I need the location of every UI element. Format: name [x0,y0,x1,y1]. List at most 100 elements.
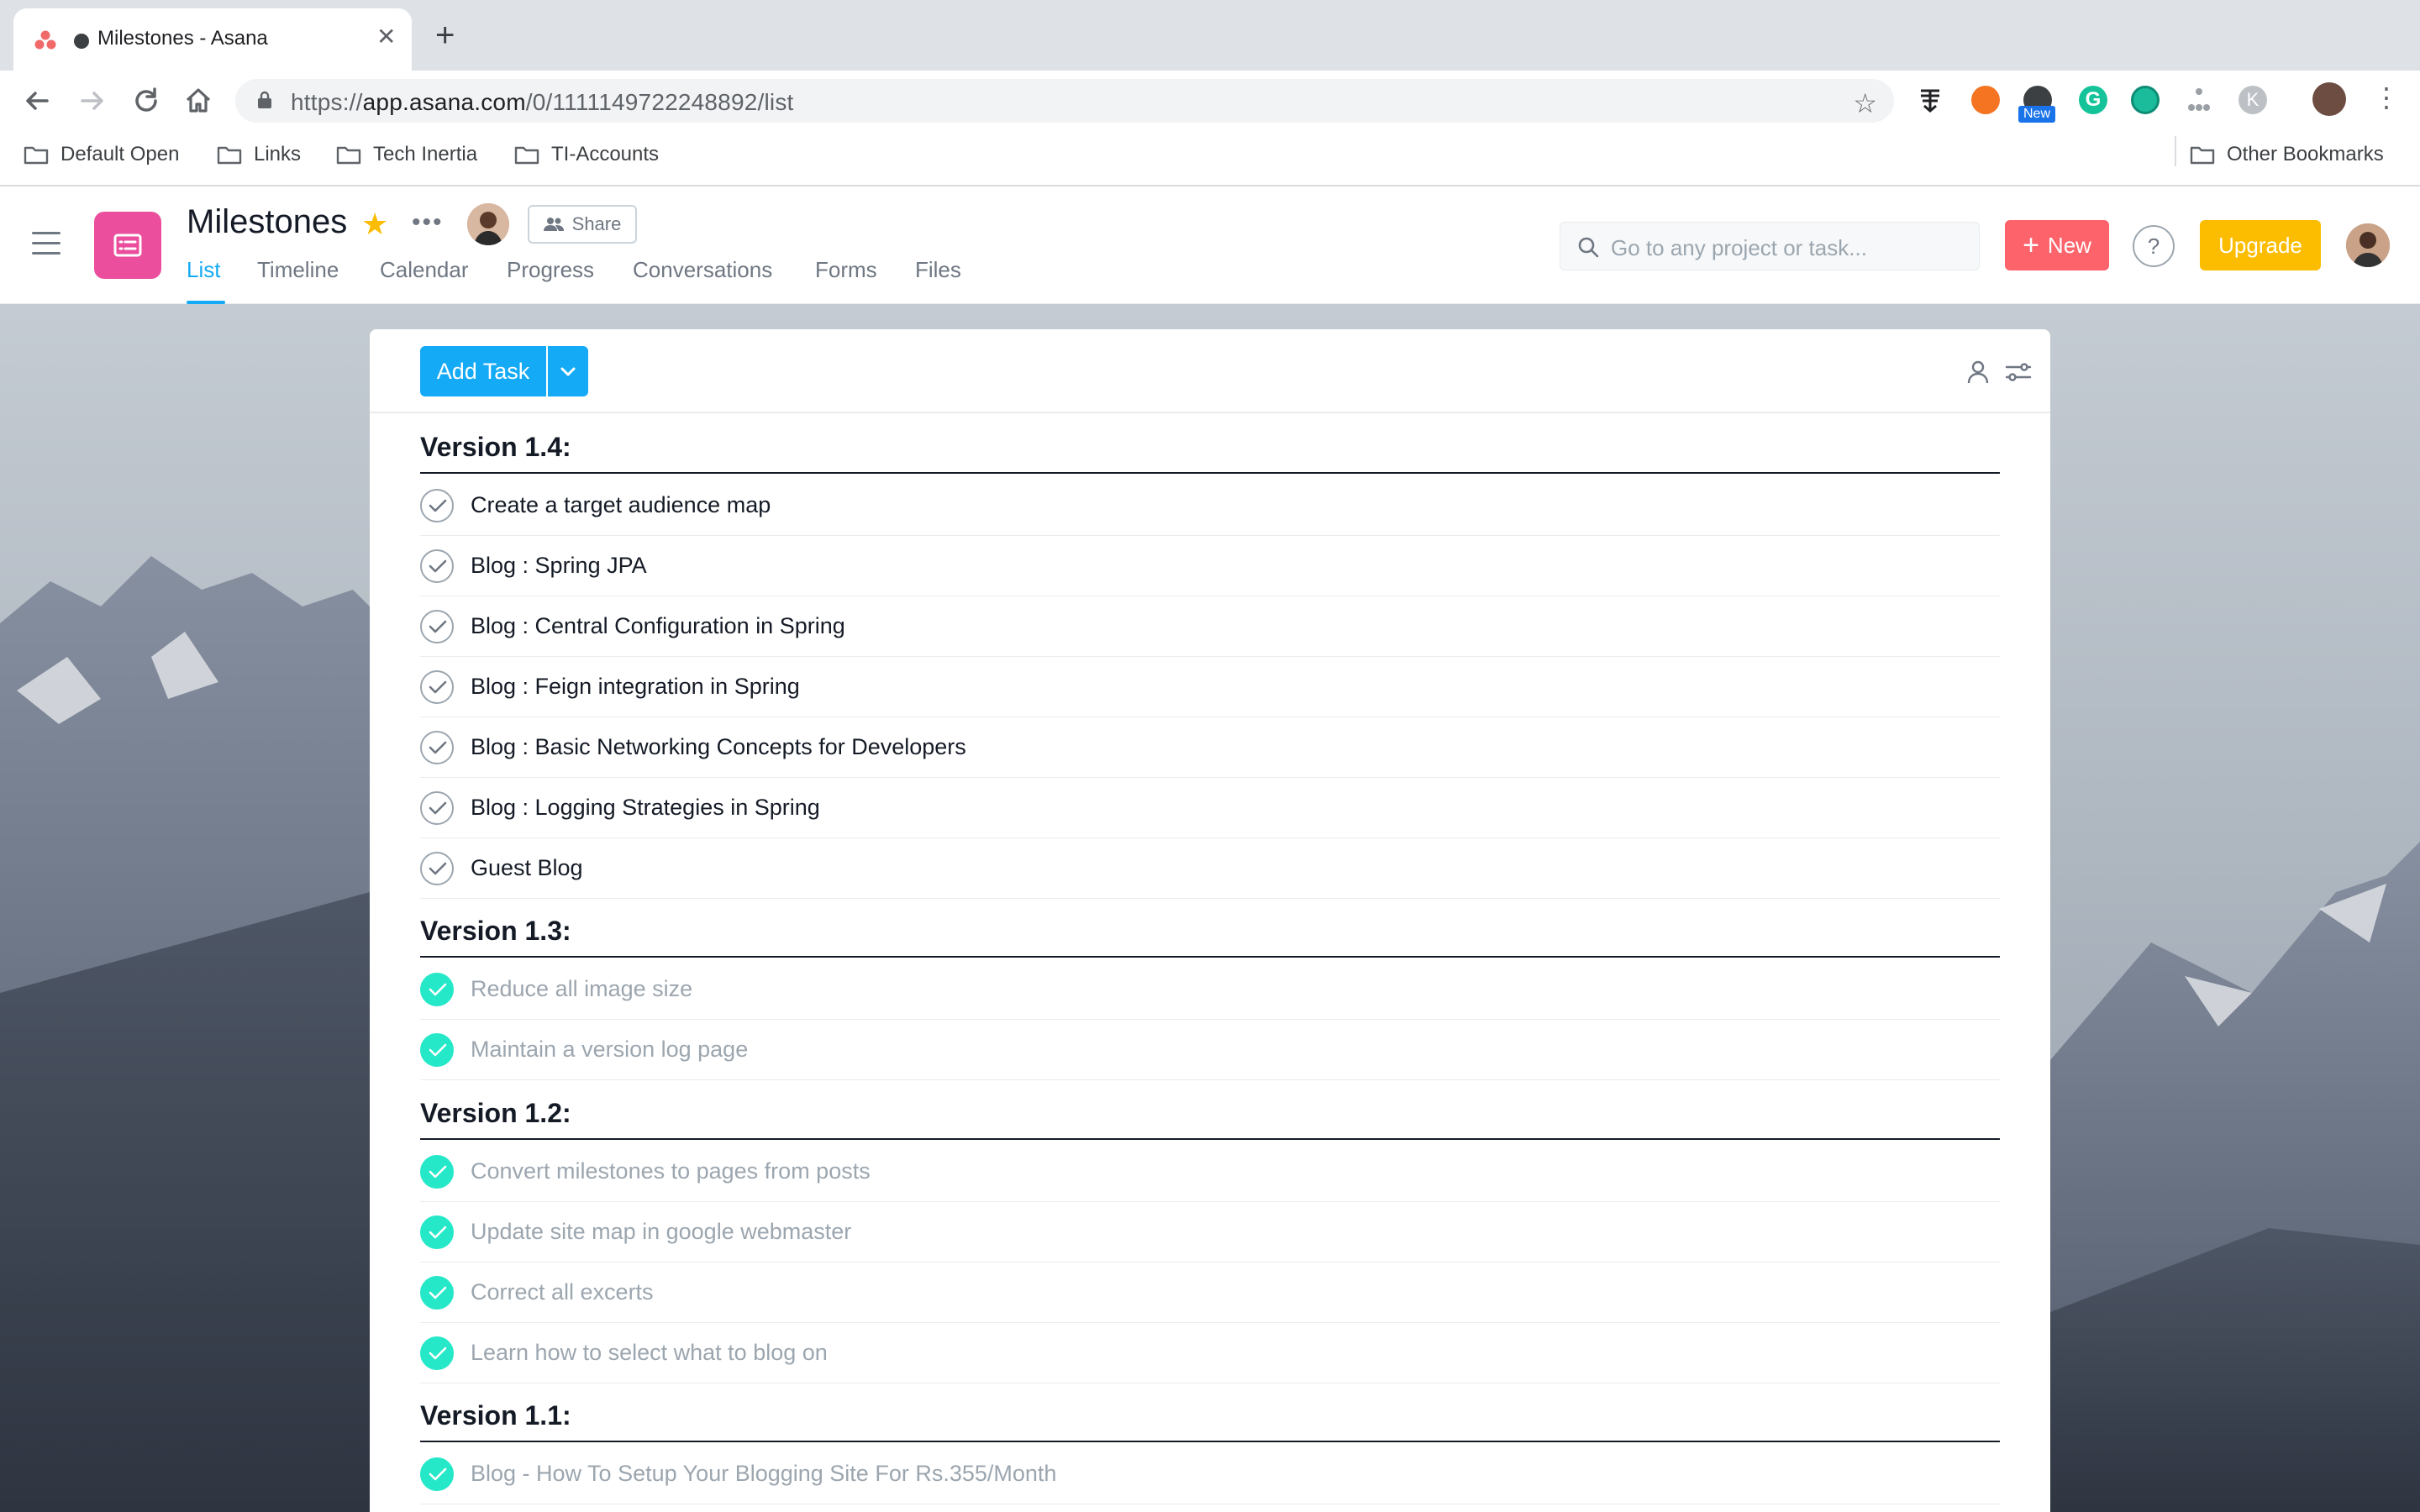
completed-checkmark-icon[interactable] [420,1033,454,1067]
share-button[interactable]: Share [528,205,637,244]
home-icon[interactable] [182,84,215,118]
completed-checkmark-icon[interactable] [420,1276,454,1310]
task-row[interactable]: Maintain a version log page [420,1020,2000,1080]
section-title: Version 1.4: [420,432,571,462]
bookmark-links[interactable]: Links [217,141,301,168]
upgrade-button[interactable]: Upgrade [2200,220,2321,270]
bookmark-default-open[interactable]: Default Open [24,141,179,168]
new-label: New [2047,232,2091,258]
sidebar-toggle-icon[interactable] [32,232,60,257]
incomplete-checkmark-icon[interactable] [420,731,454,764]
section-header[interactable]: Version 1.3: [420,909,2000,958]
task-row[interactable]: Create a target audience map [420,475,2000,536]
extension-k-icon[interactable]: K [2238,86,2267,114]
bookmark-tech-inertia[interactable]: Tech Inertia [336,141,477,168]
completed-checkmark-icon[interactable] [420,1336,454,1370]
browser-profile-avatar[interactable] [2312,82,2346,116]
incomplete-checkmark-icon[interactable] [420,549,454,583]
grammarly-icon[interactable]: G [2079,86,2107,114]
task-name[interactable]: Convert milestones to pages from posts [471,1158,871,1184]
task-name[interactable]: Reduce all image size [471,976,692,1002]
assignee-filter-icon[interactable] [1966,360,1990,385]
tab-files[interactable]: Files [915,257,961,283]
task-name[interactable]: Update site map in google webmaster [471,1219,851,1245]
new-tab-icon[interactable]: + [435,18,455,52]
task-row[interactable]: Blog : Central Configuration in Spring [420,596,2000,657]
task-name[interactable]: Blog : Central Configuration in Spring [471,613,845,639]
sort-filter-icon[interactable] [2005,360,2032,385]
task-name[interactable]: Learn how to select what to blog on [471,1340,828,1366]
tab-timeline[interactable]: Timeline [257,257,339,283]
bookmark-ti-accounts[interactable]: TI-Accounts [514,141,659,168]
section-header[interactable]: Version 1.2: [420,1091,2000,1140]
project-member-avatar[interactable] [467,203,509,245]
bookmark-star-icon[interactable]: ☆ [1853,87,1877,119]
section-header[interactable]: Version 1.1: [420,1394,2000,1442]
completed-checkmark-icon[interactable] [420,973,454,1006]
completed-checkmark-icon[interactable] [420,1457,454,1491]
extension-ubuntu-icon[interactable] [1971,86,2000,114]
tab-conversations[interactable]: Conversations [633,257,772,283]
incomplete-checkmark-icon[interactable] [420,610,454,643]
search-input[interactable]: Go to any project or task... [1560,222,1980,270]
url-host: app.asana.com [362,89,526,115]
completed-checkmark-icon[interactable] [420,1155,454,1189]
favorite-star-icon[interactable]: ★ [361,207,388,242]
project-more-icon[interactable]: ••• [412,208,444,237]
tab-close-icon[interactable]: ✕ [376,25,396,49]
task-row[interactable]: Guest Blog [420,838,2000,899]
task-name[interactable]: Maintain a version log page [471,1037,748,1063]
task-row[interactable]: Update site map in google webmaster [420,1202,2000,1263]
url-path: /0/1111149722248892/list [525,89,794,115]
help-button[interactable]: ? [2133,225,2175,267]
tab-calendar[interactable]: Calendar [380,257,469,283]
extension-mercury-icon[interactable] [2131,86,2160,114]
task-row[interactable]: Correct all excerts [420,1263,2000,1323]
task-name[interactable]: Guest Blog [471,855,583,881]
incomplete-checkmark-icon[interactable] [420,670,454,704]
user-avatar[interactable] [2346,223,2390,267]
task-name[interactable]: Blog : Spring JPA [471,553,647,579]
task-row[interactable]: Convert milestones to pages from posts [420,1142,2000,1202]
address-bar[interactable]: https://app.asana.com/0/1111149722248892… [235,79,1894,123]
task-row[interactable]: Blog : Spring JPA [420,536,2000,596]
incomplete-checkmark-icon[interactable] [420,791,454,825]
task-name[interactable]: Blog - How To Setup Your Blogging Site F… [471,1461,1056,1487]
task-name[interactable]: Create a target audience map [471,492,771,518]
task-name[interactable]: Correct all excerts [471,1279,654,1305]
task-name[interactable]: Blog : Feign integration in Spring [471,674,800,700]
section-header[interactable]: Version 1.4: [420,425,2000,474]
project-title[interactable]: Milestones [187,203,347,241]
extension-tree-icon[interactable] [2185,86,2213,114]
task-row[interactable]: Blog : Feign integration in Spring [420,657,2000,717]
new-button[interactable]: + New [2005,220,2109,270]
incomplete-checkmark-icon[interactable] [420,852,454,885]
add-task-dropdown[interactable] [548,346,588,396]
reload-icon[interactable] [129,84,163,118]
task-row[interactable]: Reduce all image size [420,959,2000,1020]
tab-forms[interactable]: Forms [815,257,877,283]
incomplete-checkmark-icon[interactable] [420,489,454,522]
tab-list[interactable]: List [187,257,220,283]
task-row[interactable]: Blog : Basic Networking Concepts for Dev… [420,717,2000,778]
forward-arrow-icon[interactable] [76,84,109,118]
search-placeholder: Go to any project or task... [1611,235,1867,260]
chevron-down-icon [560,367,576,376]
task-name[interactable]: Blog : Basic Networking Concepts for Dev… [471,734,966,760]
back-arrow-icon[interactable] [20,84,54,118]
task-row[interactable]: Blog - How To Setup Your Blogging Site F… [420,1444,2000,1504]
completed-checkmark-icon[interactable] [420,1215,454,1249]
recording-dot-icon [74,34,89,49]
add-task-button[interactable]: Add Task [420,346,546,396]
browser-tab[interactable]: Milestones - Asana ✕ [13,8,412,71]
task-name[interactable]: Blog : Logging Strategies in Spring [471,795,820,821]
task-row[interactable]: Learn how to select what to blog on [420,1323,2000,1383]
task-row[interactable]: Blog : Logging Strategies in Spring [420,778,2000,838]
extension-stack-icon[interactable] [1916,86,1944,114]
tab-progress[interactable]: Progress [507,257,594,283]
share-label: Share [571,213,622,234]
project-list-icon[interactable] [94,212,161,279]
browser-menu-icon[interactable]: ⋮ [2373,84,2400,111]
bookmark-label: TI-Accounts [551,143,660,165]
bookmark-other[interactable]: Other Bookmarks [2190,141,2384,168]
